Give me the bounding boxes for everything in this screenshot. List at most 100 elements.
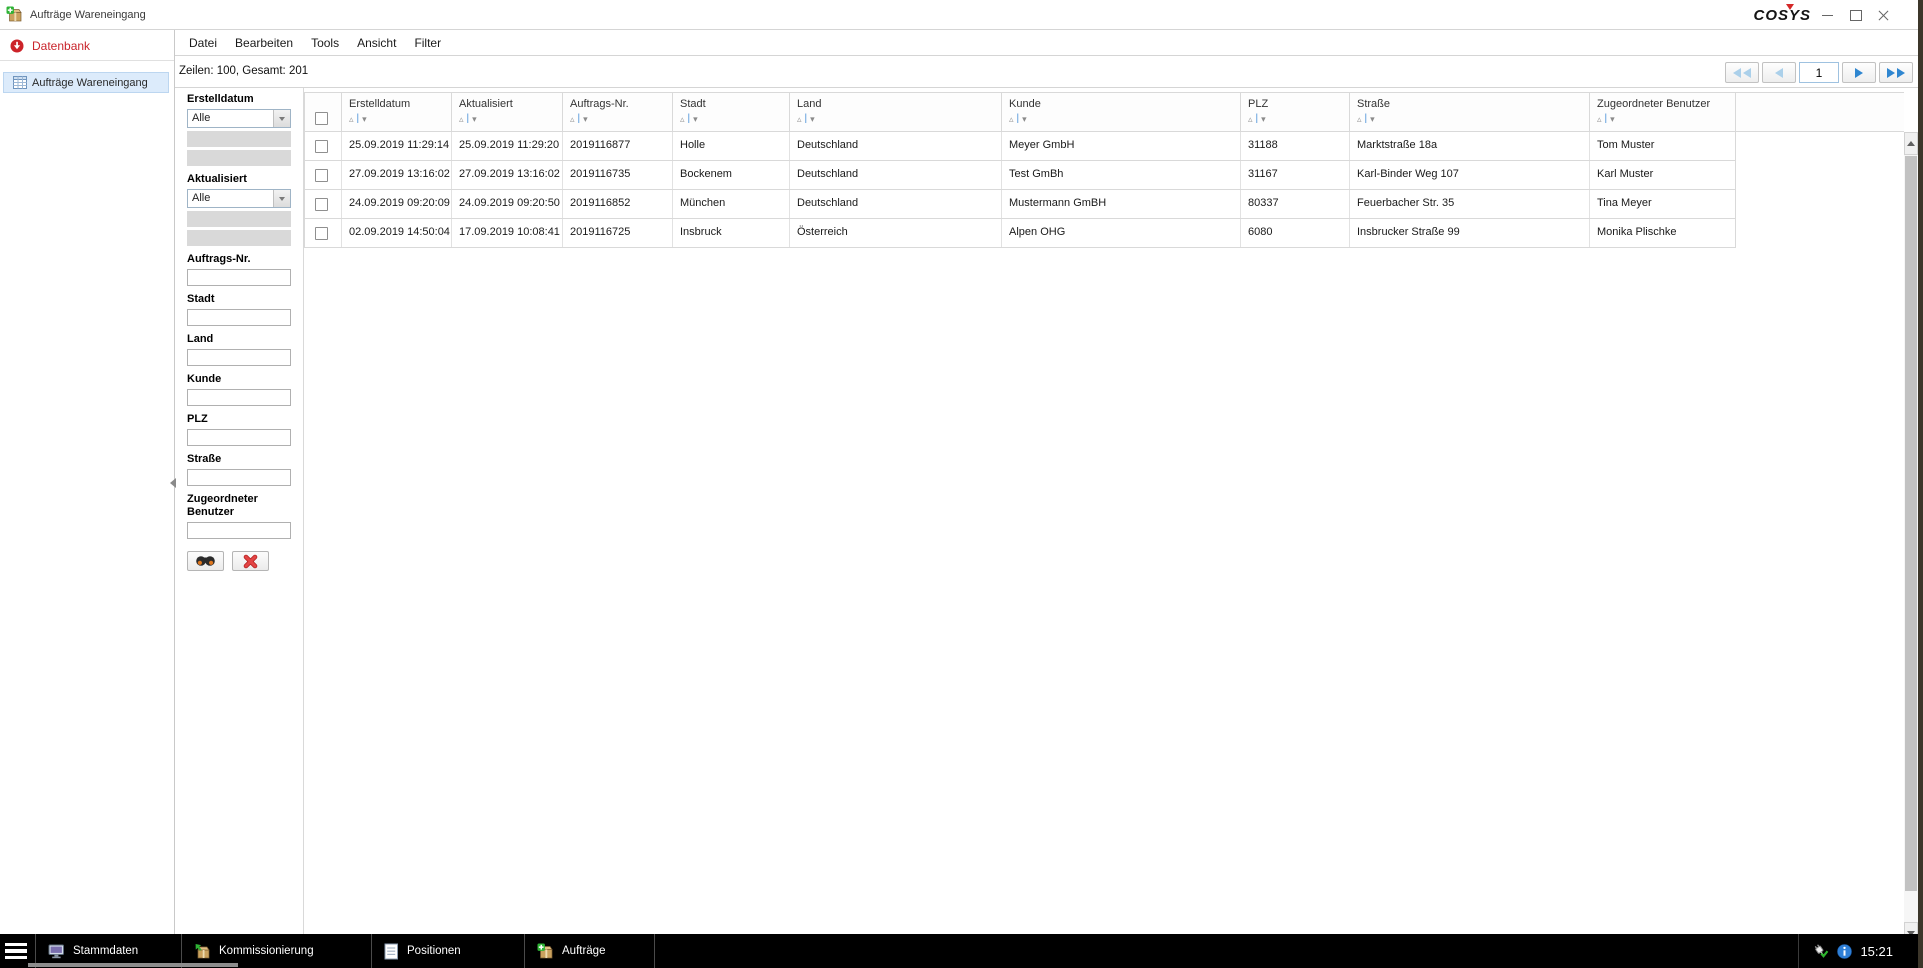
sort-controls: ▵|▾ (570, 113, 588, 125)
cell-erstelldatum: 02.09.2019 14:50:04 (342, 219, 452, 247)
cell-auftrags-nr: 2019116877 (563, 132, 673, 160)
disabled-date-field (187, 150, 291, 166)
sort-asc-icon[interactable]: ▵ (459, 113, 464, 125)
logo-red-triangle-icon (1786, 4, 1794, 14)
table-row[interactable]: 27.09.2019 13:16:0227.09.2019 13:16:0220… (304, 161, 1736, 190)
filter-dropdown-erstelldatum[interactable]: Alle (187, 109, 291, 128)
filter-label-stadt: Stadt (187, 293, 291, 306)
sort-asc-icon[interactable]: ▵ (680, 113, 685, 125)
minimize-button[interactable] (1820, 8, 1835, 23)
filter-input-auftrags-nr[interactable] (187, 269, 291, 286)
cell-select (305, 190, 342, 218)
rows-count-label: Zeilen: 100, Gesamt: 201 (179, 65, 308, 77)
taskbar-tray: 15:21 (1798, 934, 1923, 968)
cell-auftrags-nr: 2019116852 (563, 190, 673, 218)
filter-input-straße[interactable] (187, 469, 291, 486)
document-icon (384, 943, 399, 960)
sidebar-item-auftraege-wareneingang[interactable]: Aufträge Wareneingang (3, 72, 169, 93)
menu-item-tools[interactable]: Tools (302, 36, 348, 50)
row-checkbox[interactable] (315, 198, 328, 211)
first-page-button[interactable] (1725, 62, 1759, 83)
previous-page-button[interactable] (1762, 62, 1796, 83)
taskbar-item-label: Kommissionierung (219, 945, 314, 957)
filter-buttons (187, 551, 291, 571)
taskbar-item-positionen[interactable]: Positionen (372, 934, 525, 968)
sort-asc-icon[interactable]: ▵ (570, 113, 575, 125)
sort-asc-icon[interactable]: ▵ (349, 113, 354, 125)
info-icon[interactable] (1837, 944, 1852, 959)
filter-input-kunde[interactable] (187, 389, 291, 406)
cell-kunde: Meyer GmbH (1002, 132, 1241, 160)
page-number-input[interactable] (1799, 62, 1839, 83)
menu-bar: DateiBearbeitenToolsAnsichtFilter (175, 30, 1923, 56)
row-checkbox[interactable] (315, 227, 328, 240)
sort-desc-icon[interactable]: ▾ (1370, 113, 1375, 125)
red-download-circle-icon (10, 39, 24, 53)
maximize-button[interactable] (1848, 8, 1863, 23)
filter-input-plz[interactable] (187, 429, 291, 446)
filter-section-stadt: Stadt (187, 293, 291, 326)
sort-desc-icon[interactable]: ▾ (583, 113, 588, 125)
sort-desc-icon[interactable]: ▾ (1261, 113, 1266, 125)
column-header-auftrags-nr: Auftrags-Nr.▵|▾ (563, 93, 673, 131)
column-label: PLZ (1241, 93, 1349, 110)
taskbar-item-aufträge[interactable]: Aufträge (525, 934, 655, 968)
close-button[interactable] (1876, 8, 1891, 23)
clear-button[interactable] (232, 551, 269, 571)
table-row[interactable]: 24.09.2019 09:20:0924.09.2019 09:20:5020… (304, 190, 1736, 219)
sort-asc-icon[interactable]: ▵ (1597, 113, 1602, 125)
filter-input-land[interactable] (187, 349, 291, 366)
filter-input-zugeordneter-benutzer[interactable] (187, 522, 291, 539)
sidebar-section-datenbank[interactable]: Datenbank (10, 37, 90, 55)
filter-label-erstelldatum: Erstelldatum (187, 93, 291, 106)
filter-label-aktualisiert: Aktualisiert (187, 173, 291, 186)
sort-desc-icon[interactable]: ▾ (362, 113, 367, 125)
cell-aktualisiert: 25.09.2019 11:29:20 (452, 132, 563, 160)
column-label: Aktualisiert (452, 93, 562, 110)
sort-asc-icon[interactable]: ▵ (1009, 113, 1014, 125)
column-header-aktualisiert: Aktualisiert▵|▾ (452, 93, 563, 131)
sort-desc-icon[interactable]: ▾ (1022, 113, 1027, 125)
sort-desc-icon[interactable]: ▾ (1610, 113, 1615, 125)
column-label: Land (790, 93, 1001, 110)
sort-desc-icon[interactable]: ▾ (472, 113, 477, 125)
menu-item-ansicht[interactable]: Ansicht (348, 36, 405, 50)
scroll-up-icon[interactable] (1904, 132, 1918, 155)
row-checkbox[interactable] (315, 169, 328, 182)
table-grid-icon (13, 76, 27, 89)
cell-straße: Feuerbacher Str. 35 (1350, 190, 1590, 218)
taskbar-active-strip (28, 963, 238, 967)
search-button[interactable] (187, 551, 224, 571)
select-all-checkbox[interactable] (315, 112, 328, 125)
panel-collapse-icon[interactable] (170, 478, 176, 488)
row-checkbox[interactable] (315, 140, 328, 153)
sort-asc-icon[interactable]: ▵ (1248, 113, 1253, 125)
menu-item-filter[interactable]: Filter (405, 36, 450, 50)
table-row[interactable]: 02.09.2019 14:50:0417.09.2019 10:08:4120… (304, 219, 1736, 248)
sort-asc-icon[interactable]: ▵ (797, 113, 802, 125)
cell-aktualisiert: 24.09.2019 09:20:50 (452, 190, 563, 218)
chevron-down-icon[interactable] (273, 190, 290, 207)
column-label: Erstelldatum (342, 93, 451, 110)
table-row[interactable]: 25.09.2019 11:29:1425.09.2019 11:29:2020… (304, 132, 1736, 161)
filter-label-kunde: Kunde (187, 373, 291, 386)
filter-input-stadt[interactable] (187, 309, 291, 326)
menu-item-bearbeiten[interactable]: Bearbeiten (226, 36, 302, 50)
column-label: Kunde (1002, 93, 1240, 110)
column-header-stadt: Stadt▵|▾ (673, 93, 790, 131)
chevron-down-icon[interactable] (273, 110, 290, 127)
scrollbar-thumb[interactable] (1905, 156, 1917, 891)
cell-plz: 80337 (1241, 190, 1350, 218)
cell-stadt: Bockenem (673, 161, 790, 189)
column-label: Stadt (673, 93, 789, 110)
filter-dropdown-aktualisiert[interactable]: Alle (187, 189, 291, 208)
menu-item-datei[interactable]: Datei (180, 36, 226, 50)
sort-separator: | (1017, 113, 1020, 125)
last-page-button[interactable] (1879, 62, 1913, 83)
sort-asc-icon[interactable]: ▵ (1357, 113, 1362, 125)
next-page-button[interactable] (1842, 62, 1876, 83)
cell-erstelldatum: 27.09.2019 13:16:02 (342, 161, 452, 189)
sort-desc-icon[interactable]: ▾ (810, 113, 815, 125)
sort-desc-icon[interactable]: ▾ (693, 113, 698, 125)
hamburger-menu-icon[interactable] (5, 943, 27, 960)
